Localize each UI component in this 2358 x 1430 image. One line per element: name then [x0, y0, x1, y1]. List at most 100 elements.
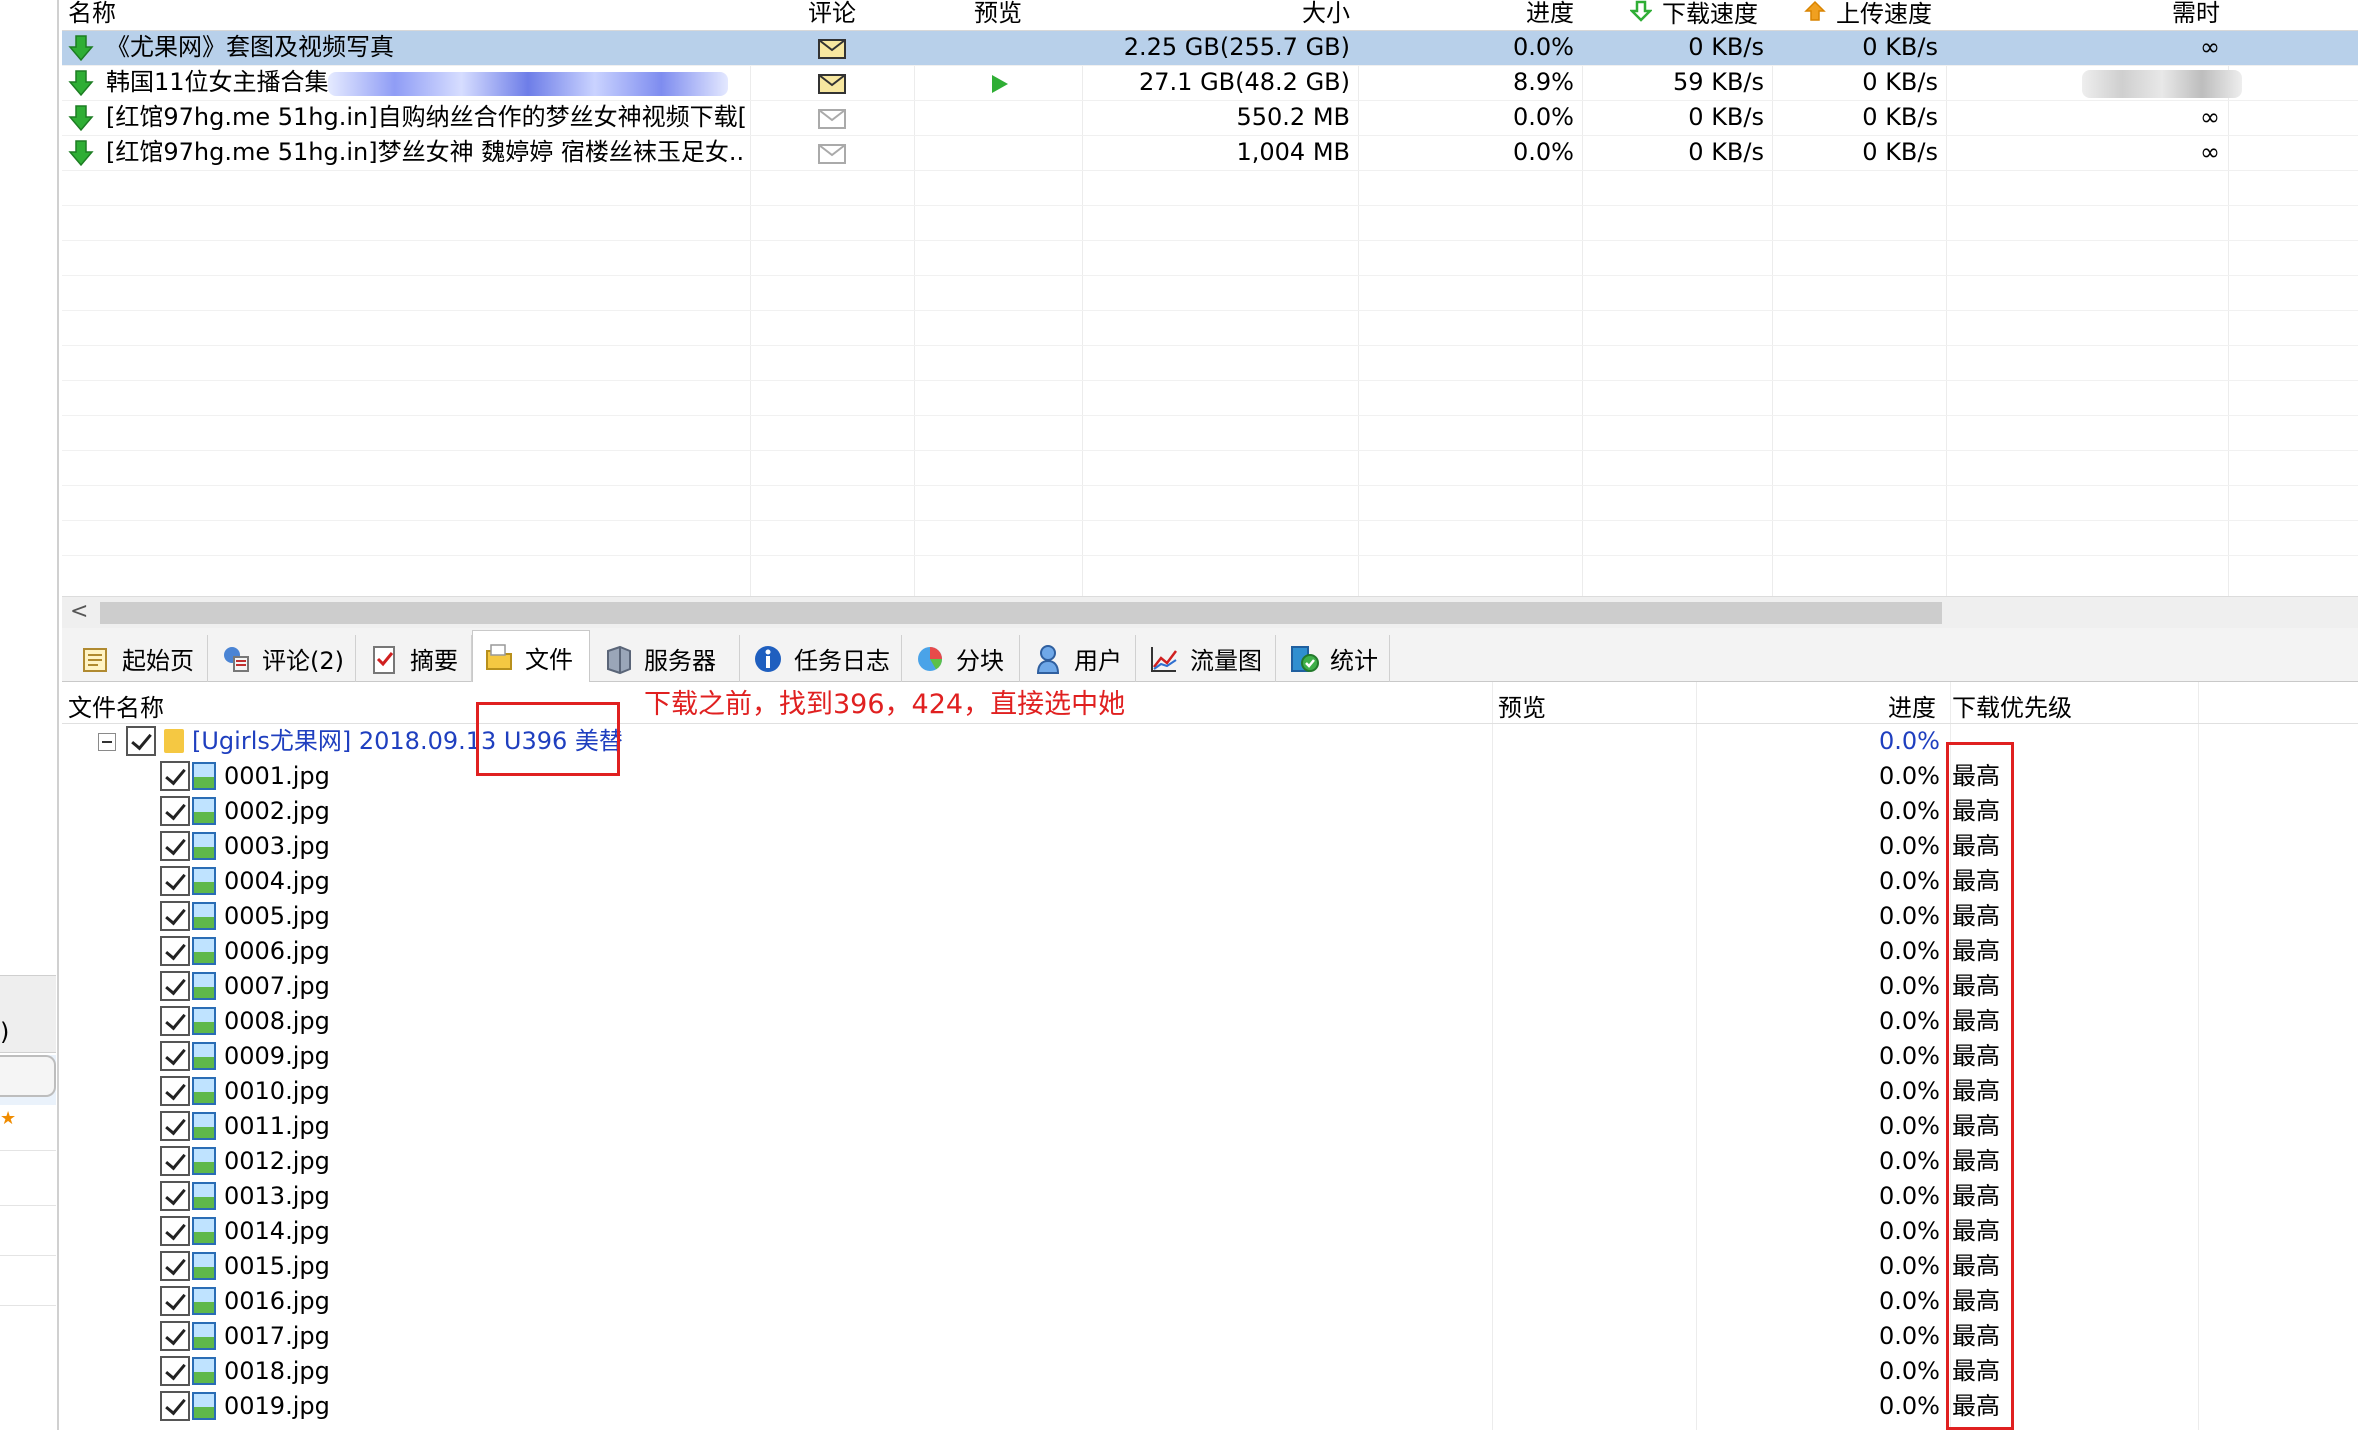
file-name: 0012.jpg — [224, 1147, 330, 1175]
column-header-comment[interactable]: 评论 — [808, 0, 856, 31]
task-download-speed: 0 KB/s — [1688, 33, 1764, 61]
task-row[interactable]: 韩国11位女主播合集 27.1 GB(48.2 GB) 8.9% 59 KB/s… — [62, 66, 2358, 101]
mail-icon[interactable] — [818, 109, 846, 129]
scroll-left-arrow-icon[interactable]: < — [70, 599, 88, 624]
home-page-icon — [83, 647, 107, 672]
file-progress: 0.0% — [1879, 902, 1940, 930]
redacted-text — [2082, 70, 2242, 98]
sidebar-divider — [0, 1305, 56, 1306]
image-file-icon — [192, 937, 216, 965]
tab-files[interactable]: 文件 — [472, 630, 590, 683]
file-checkbox[interactable] — [160, 971, 190, 1001]
file-list-panel[interactable]: 文件名称 预览 进度 下载优先级 [Ugirls尤果网] 2018.09.13 … — [62, 682, 2358, 1430]
file-checkbox[interactable] — [160, 1216, 190, 1246]
column-header-name[interactable]: 名称 — [68, 0, 116, 31]
task-upload-speed: 0 KB/s — [1862, 103, 1938, 131]
tab-users[interactable]: 用户 — [1022, 635, 1136, 682]
task-download-speed: 0 KB/s — [1688, 103, 1764, 131]
task-row[interactable]: 《尤果网》套图及视频写真 2.25 GB(255.7 GB) 0.0% 0 KB… — [62, 31, 2358, 66]
column-header-file-progress[interactable]: 进度 — [1888, 688, 1936, 723]
file-progress: 0.0% — [1879, 1252, 1940, 1280]
column-header-upload-speed[interactable]: 上传速度 — [1804, 0, 1932, 31]
file-progress: 0.0% — [1879, 972, 1940, 1000]
file-checkbox[interactable] — [160, 1356, 190, 1386]
file-progress: 0.0% — [1879, 1322, 1940, 1350]
tab-start-page[interactable]: 起始页 — [70, 635, 208, 682]
file-name: 0007.jpg — [224, 972, 330, 1000]
task-progress: 0.0% — [1513, 103, 1574, 131]
image-file-icon — [192, 1077, 216, 1105]
task-size: 27.1 GB(48.2 GB) — [1139, 68, 1350, 96]
task-eta: ∞ — [2200, 103, 2220, 131]
file-checkbox[interactable] — [160, 1321, 190, 1351]
file-checkbox[interactable] — [160, 866, 190, 896]
horizontal-scrollbar[interactable]: < — [62, 596, 2358, 628]
sidebar-clipped-button[interactable] — [0, 1055, 56, 1097]
mail-icon[interactable] — [818, 39, 846, 59]
file-checkbox[interactable] — [160, 936, 190, 966]
file-name: 0019.jpg — [224, 1392, 330, 1420]
task-list-header: 名称 评论 预览 大小 进度 下载速度 上传速度 需时 — [62, 0, 2358, 31]
folder-checkbox[interactable] — [126, 726, 156, 756]
file-checkbox[interactable] — [160, 1181, 190, 1211]
column-header-preview[interactable]: 预览 — [974, 0, 1022, 31]
file-checkbox[interactable] — [160, 1076, 190, 1106]
star-icon: ★ — [0, 1108, 17, 1129]
image-file-icon — [192, 902, 216, 930]
file-checkbox[interactable] — [160, 761, 190, 791]
mail-icon[interactable] — [818, 144, 846, 164]
file-progress: 0.0% — [1879, 1077, 1940, 1105]
file-checkbox[interactable] — [160, 1006, 190, 1036]
tab-servers[interactable]: 服务器 — [592, 635, 740, 682]
column-header-size[interactable]: 大小 — [1162, 0, 1350, 31]
tab-task-log[interactable]: 任务日志 — [742, 635, 902, 682]
file-progress: 0.0% — [1879, 1007, 1940, 1035]
download-arrow-icon — [68, 70, 94, 97]
file-checkbox[interactable] — [160, 1251, 190, 1281]
folder-name-prefix: [Ugirls尤果网] 2018.09.13 — [192, 727, 504, 755]
scrollbar-thumb[interactable] — [100, 602, 1942, 624]
column-header-file-preview[interactable]: 预览 — [1498, 688, 1546, 723]
column-header-file-name[interactable]: 文件名称 — [68, 688, 164, 723]
task-list[interactable]: 名称 评论 预览 大小 进度 下载速度 上传速度 需时 《尤果网》套图及视频写真… — [62, 0, 2358, 596]
file-checkbox[interactable] — [160, 901, 190, 931]
tab-label: 评论(2) — [262, 647, 344, 675]
tab-statistics[interactable]: 统计 — [1278, 635, 1390, 682]
column-header-eta[interactable]: 需时 — [2092, 0, 2220, 31]
task-name: 《尤果网》套图及视频写真 — [106, 33, 394, 61]
tab-traffic-chart[interactable]: 流量图 — [1138, 635, 1276, 682]
file-checkbox[interactable] — [160, 831, 190, 861]
folder-progress: 0.0% — [1879, 727, 1940, 755]
file-progress: 0.0% — [1879, 1182, 1940, 1210]
play-icon[interactable] — [992, 75, 1008, 93]
file-checkbox[interactable] — [160, 796, 190, 826]
column-header-file-priority[interactable]: 下载优先级 — [1952, 688, 2072, 723]
tab-label: 分块 — [956, 647, 1004, 675]
collapse-icon[interactable] — [98, 733, 116, 751]
file-checkbox[interactable] — [160, 1111, 190, 1141]
summary-icon — [373, 645, 395, 674]
image-file-icon — [192, 1322, 216, 1350]
image-file-icon — [192, 1392, 216, 1420]
mail-icon[interactable] — [818, 74, 846, 94]
file-checkbox[interactable] — [160, 1041, 190, 1071]
column-header-progress[interactable]: 进度 — [1392, 0, 1574, 31]
tab-label: 任务日志 — [794, 647, 890, 675]
download-arrow-icon — [1630, 0, 1652, 22]
file-progress: 0.0% — [1879, 867, 1940, 895]
task-row[interactable]: [红馆97hg.me 51hg.in]梦丝女神 魏婷婷 宿楼丝袜玉足女... 1… — [62, 136, 2358, 171]
file-checkbox[interactable] — [160, 1146, 190, 1176]
column-header-download-speed[interactable]: 下载速度 — [1630, 0, 1758, 31]
task-name: [红馆97hg.me 51hg.in]梦丝女神 魏婷婷 宿楼丝袜玉足女... — [106, 138, 746, 166]
file-name: 0016.jpg — [224, 1287, 330, 1315]
task-progress: 0.0% — [1513, 138, 1574, 166]
tab-pieces[interactable]: 分块 — [904, 635, 1020, 682]
file-checkbox[interactable] — [160, 1391, 190, 1421]
tab-comments[interactable]: 评论(2) — [210, 635, 356, 682]
file-name: 0014.jpg — [224, 1217, 330, 1245]
image-file-icon — [192, 1357, 216, 1385]
tab-summary[interactable]: 摘要 — [358, 635, 472, 682]
task-row[interactable]: [红馆97hg.me 51hg.in]自购纳丝合作的梦丝女神视频下载[... 5… — [62, 101, 2358, 136]
file-name: 0011.jpg — [224, 1112, 330, 1140]
file-checkbox[interactable] — [160, 1286, 190, 1316]
